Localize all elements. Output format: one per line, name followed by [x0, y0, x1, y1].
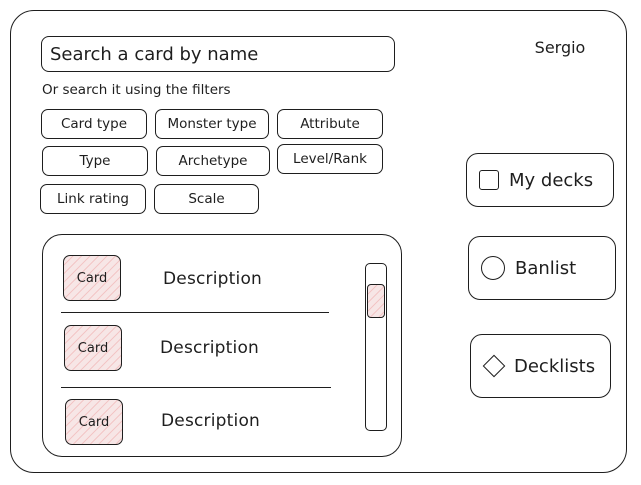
filter-attribute-button[interactable]: Attribute [277, 109, 383, 139]
card-thumbnail[interactable]: Card [63, 255, 121, 301]
search-box[interactable] [41, 36, 395, 72]
row-divider [61, 312, 329, 313]
card-description: Description [163, 269, 263, 289]
my-decks-button[interactable]: My decks [466, 153, 614, 207]
search-input[interactable] [48, 42, 394, 66]
filter-link-rating-button[interactable]: Link rating [40, 184, 146, 214]
card-list-panel[interactable]: Card Description Card Description Card D… [42, 234, 402, 457]
filter-monster-type-button[interactable]: Monster type [155, 109, 269, 139]
card-list-item[interactable]: Card Description [43, 315, 333, 389]
decklists-label: Decklists [514, 355, 596, 377]
card-description: Description [160, 338, 260, 358]
filter-level-rank-button[interactable]: Level/Rank [277, 144, 383, 174]
scrollbar-thumb[interactable] [367, 284, 385, 318]
square-icon [479, 170, 499, 190]
card-description: Description [161, 411, 261, 431]
scrollbar-track[interactable] [365, 263, 387, 431]
username[interactable]: Sergio [510, 38, 610, 57]
row-divider [61, 387, 331, 388]
banlist-label: Banlist [515, 257, 577, 279]
card-list-item[interactable]: Card Description [43, 247, 333, 321]
filter-type-button[interactable]: Type [42, 146, 148, 176]
decklists-button[interactable]: Decklists [470, 334, 611, 398]
diamond-icon [482, 354, 506, 378]
filter-archetype-button[interactable]: Archetype [156, 146, 270, 176]
card-thumbnail[interactable]: Card [65, 399, 123, 445]
filter-hint: Or search it using the filters [42, 82, 231, 98]
card-list-item[interactable]: Card Description [43, 389, 333, 456]
banlist-button[interactable]: Banlist [468, 236, 616, 300]
circle-icon [481, 256, 505, 280]
card-thumbnail[interactable]: Card [64, 325, 122, 371]
filter-card-type-button[interactable]: Card type [41, 109, 147, 139]
filter-scale-button[interactable]: Scale [154, 184, 259, 214]
my-decks-label: My decks [509, 169, 594, 191]
